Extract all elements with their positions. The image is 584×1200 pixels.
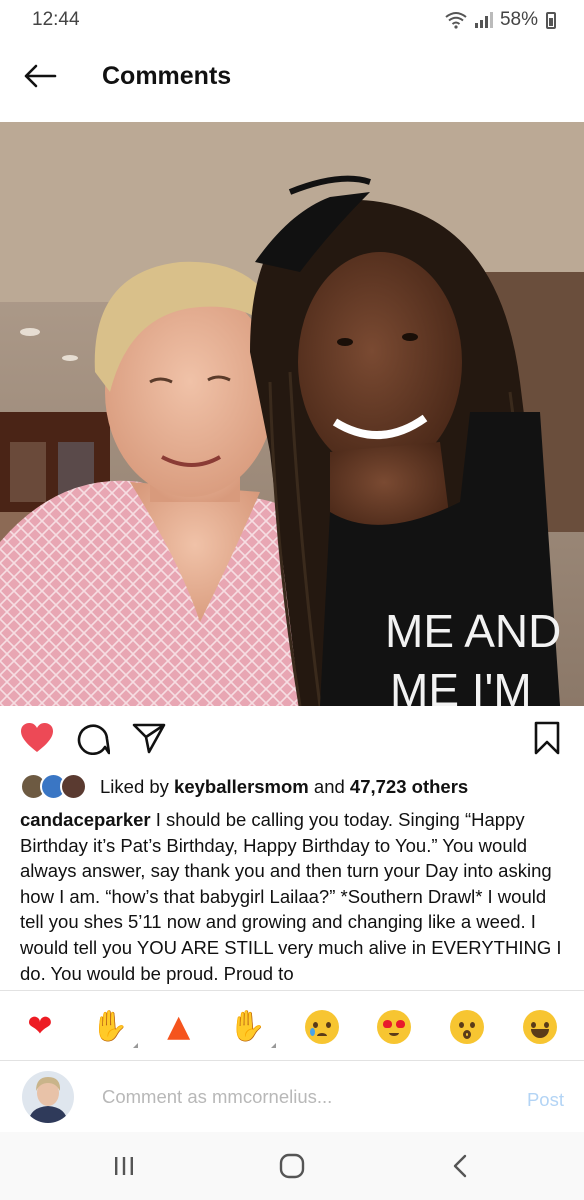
fire-emoji[interactable]: ▲ (167, 1012, 190, 1042)
comment-icon (77, 724, 110, 755)
heart-eyes-face-emoji[interactable] (377, 1010, 412, 1044)
liker-avatar (60, 773, 87, 800)
share-button[interactable] (130, 719, 168, 757)
status-indicators: 58% (444, 9, 556, 31)
post-button[interactable]: Post (527, 1089, 564, 1111)
arrow-left-icon (24, 64, 57, 88)
tears-of-joy-face-emoji[interactable] (522, 1010, 557, 1044)
red-heart-emoji[interactable]: ❤ (27, 1012, 52, 1042)
send-icon (132, 723, 166, 754)
post-photo[interactable]: ME AND ME I'M (0, 122, 584, 706)
clapping-hands-emoji[interactable]: ✋ (229, 1012, 277, 1048)
back-icon (453, 1154, 467, 1178)
top-bar: Comments (0, 40, 584, 112)
liker-username[interactable]: keyballersmom (174, 776, 309, 797)
crying-face-emoji[interactable] (304, 1010, 339, 1044)
system-back-button[interactable] (430, 1136, 490, 1196)
home-button[interactable] (262, 1136, 322, 1196)
signal-icon (474, 12, 493, 28)
comment-button[interactable] (74, 719, 112, 757)
likes-row[interactable]: Liked by keyballersmom and 47,723 others (20, 770, 468, 804)
caption-username[interactable]: candaceparker (20, 809, 151, 830)
divider (0, 990, 584, 991)
back-button[interactable] (0, 40, 80, 112)
avatar-image (22, 1071, 74, 1123)
page-title: Comments (102, 61, 232, 90)
recent-apps-button[interactable] (94, 1136, 154, 1196)
comment-input[interactable] (102, 1086, 517, 1108)
post-photo-image: ME AND ME I'M (0, 122, 584, 706)
system-nav-bar (0, 1132, 584, 1200)
variant-indicator (133, 1043, 139, 1048)
status-time: 12:44 (32, 9, 80, 30)
post-caption: candaceparker I should be calling you to… (20, 807, 568, 987)
liker-avatars (20, 773, 92, 801)
post-actions (0, 712, 584, 764)
save-button[interactable] (528, 719, 566, 757)
divider (0, 1060, 584, 1061)
home-icon (279, 1153, 305, 1179)
likes-text: Liked by keyballersmom and 47,723 others (100, 776, 469, 797)
avatar (22, 1071, 74, 1123)
recent-apps-icon (115, 1157, 133, 1175)
variant-indicator (271, 1043, 277, 1048)
heart-filled-icon (21, 723, 53, 752)
battery-icon (546, 11, 556, 29)
raising-hands-emoji[interactable]: ✋ (91, 1012, 139, 1048)
battery-percent: 58% (499, 9, 538, 30)
likes-count[interactable]: 47,723 others (350, 776, 468, 797)
bookmark-icon (534, 721, 560, 755)
emoji-reactions-bar: ❤ ✋ ▲ ✋ (0, 995, 584, 1059)
wifi-icon (445, 12, 467, 29)
caption-text: I should be calling you today. Singing “… (20, 809, 562, 984)
status-bar: 12:44 58% (0, 0, 584, 40)
hushed-face-emoji[interactable] (450, 1010, 484, 1044)
shirt-text: ME AND (385, 605, 561, 657)
like-button[interactable] (18, 719, 56, 757)
comment-composer: Post (0, 1062, 584, 1132)
shirt-text-2: ME I'M (390, 664, 532, 706)
